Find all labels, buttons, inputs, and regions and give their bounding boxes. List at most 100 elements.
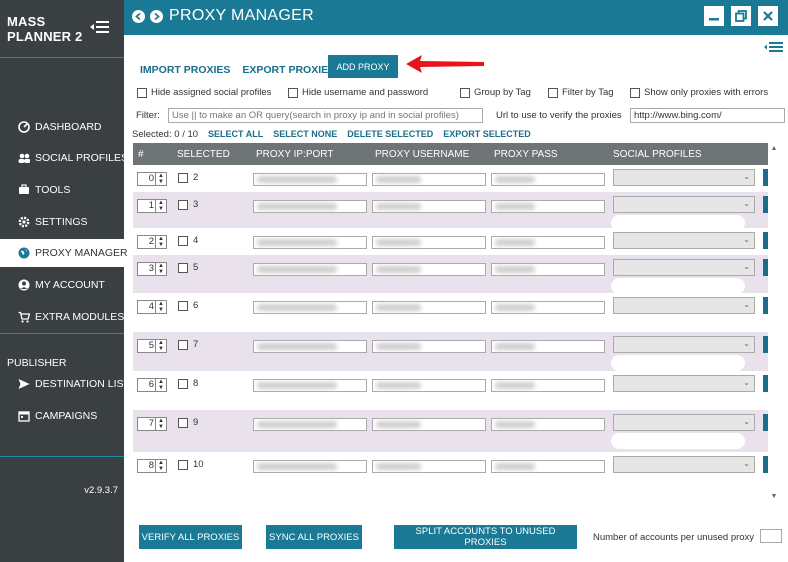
proxy-username-field[interactable]: [372, 200, 486, 213]
table-scrollbar[interactable]: ▲ ▼: [768, 143, 780, 505]
stepper-arrows-icon[interactable]: ▲ ▼: [155, 263, 166, 275]
proxy-pass-field[interactable]: [491, 340, 605, 353]
row-index-stepper[interactable]: 8 ▲ ▼: [137, 459, 167, 473]
row-select-checkbox[interactable]: [178, 236, 188, 246]
social-profiles-dropdown[interactable]: ⌄: [613, 169, 755, 186]
row-index-stepper[interactable]: 7 ▲ ▼: [137, 417, 167, 431]
proxy-ip-field[interactable]: [253, 460, 367, 473]
delete-selected-link[interactable]: DELETE SELECTED: [347, 129, 433, 140]
social-profiles-dropdown[interactable]: ⌄: [613, 375, 755, 392]
split-accounts-button[interactable]: SPLIT ACCOUNTS TO UNUSED PROXIES: [394, 525, 577, 549]
stepper-arrows-icon[interactable]: ▲ ▼: [155, 236, 166, 248]
proxy-ip-field[interactable]: [253, 340, 367, 353]
verify-url-input[interactable]: [630, 108, 785, 123]
row-select-checkbox[interactable]: [178, 379, 188, 389]
proxy-pass-field[interactable]: [491, 418, 605, 431]
proxy-ip-field[interactable]: [253, 379, 367, 392]
select-none-link[interactable]: SELECT NONE: [273, 129, 337, 140]
close-button[interactable]: [758, 6, 778, 26]
row-index-stepper[interactable]: 3 ▲ ▼: [137, 262, 167, 276]
import-proxies-link[interactable]: IMPORT PROXIES: [140, 64, 230, 76]
stepper-arrows-icon[interactable]: ▲ ▼: [155, 340, 166, 352]
row-select-checkbox[interactable]: [178, 173, 188, 183]
checkbox-box[interactable]: [630, 87, 640, 98]
select-all-link[interactable]: SELECT ALL: [208, 129, 263, 140]
social-profiles-dropdown[interactable]: ⌄: [613, 336, 755, 353]
export-selected-link[interactable]: EXPORT SELECTED: [443, 129, 531, 140]
sidebar-item-proxy-manager[interactable]: PROXY MANAGER: [0, 239, 128, 267]
sidebar-item-dashboard[interactable]: DASHBOARD: [0, 113, 124, 141]
proxy-username-field[interactable]: [372, 173, 486, 186]
forward-icon[interactable]: [150, 10, 163, 23]
row-select-checkbox[interactable]: [178, 340, 188, 350]
stepper-arrows-icon[interactable]: ▲ ▼: [155, 173, 166, 185]
filter-input[interactable]: [168, 108, 483, 123]
row-index-stepper[interactable]: 0 ▲ ▼: [137, 172, 167, 186]
filter-by-tag-checkbox[interactable]: Filter by Tag: [548, 87, 614, 98]
row-index-stepper[interactable]: 6 ▲ ▼: [137, 378, 167, 392]
sidebar-item-destination-lists[interactable]: DESTINATION LISTS: [0, 370, 137, 398]
proxy-pass-field[interactable]: [491, 301, 605, 314]
group-by-tag-checkbox[interactable]: Group by Tag: [460, 87, 531, 98]
social-profiles-dropdown[interactable]: ⌄: [613, 232, 755, 249]
sidebar-item-settings[interactable]: SETTINGS: [0, 208, 124, 236]
row-index-stepper[interactable]: 1 ▲ ▼: [137, 199, 167, 213]
sidebar-item-tools[interactable]: TOOLS: [0, 176, 124, 204]
stepper-arrows-icon[interactable]: ▲ ▼: [155, 200, 166, 212]
row-select-checkbox[interactable]: [178, 200, 188, 210]
proxy-ip-field[interactable]: [253, 263, 367, 276]
stepper-arrows-icon[interactable]: ▲ ▼: [155, 301, 166, 313]
row-index-stepper[interactable]: 4 ▲ ▼: [137, 300, 167, 314]
social-profiles-dropdown[interactable]: ⌄: [613, 414, 755, 431]
checkbox-box[interactable]: [137, 87, 147, 98]
row-select-checkbox[interactable]: [178, 263, 188, 273]
proxy-ip-field[interactable]: [253, 236, 367, 249]
stepper-arrows-icon[interactable]: ▲ ▼: [155, 379, 166, 391]
menu-toggle-icon[interactable]: [90, 20, 110, 34]
sidebar-item-my-account[interactable]: MY ACCOUNT: [0, 271, 124, 299]
proxy-ip-field[interactable]: [253, 173, 367, 186]
export-proxies-link[interactable]: EXPORT PROXIES: [242, 64, 335, 76]
row-select-checkbox[interactable]: [178, 301, 188, 311]
proxy-ip-field[interactable]: [253, 200, 367, 213]
proxy-username-field[interactable]: [372, 418, 486, 431]
social-profiles-dropdown[interactable]: ⌄: [613, 259, 755, 276]
checkbox-box[interactable]: [460, 87, 470, 98]
proxy-ip-field[interactable]: [253, 418, 367, 431]
proxy-pass-field[interactable]: [491, 460, 605, 473]
verify-all-proxies-button[interactable]: VERIFY ALL PROXIES: [139, 525, 242, 549]
proxy-username-field[interactable]: [372, 301, 486, 314]
stepper-arrows-icon[interactable]: ▲ ▼: [155, 460, 166, 472]
social-profiles-dropdown[interactable]: ⌄: [613, 456, 755, 473]
restore-button[interactable]: [731, 6, 751, 26]
stepper-arrows-icon[interactable]: ▲ ▼: [155, 418, 166, 430]
social-profiles-dropdown[interactable]: ⌄: [613, 297, 755, 314]
proxy-username-field[interactable]: [372, 340, 486, 353]
row-index-stepper[interactable]: 5 ▲ ▼: [137, 339, 167, 353]
menu-icon[interactable]: [764, 41, 784, 53]
social-profiles-dropdown[interactable]: ⌄: [613, 196, 755, 213]
sidebar-item-campaigns[interactable]: CAMPAIGNS: [0, 402, 124, 430]
proxy-username-field[interactable]: [372, 236, 486, 249]
scroll-down-icon[interactable]: ▼: [769, 493, 779, 503]
row-select-checkbox[interactable]: [178, 460, 188, 470]
row-select-checkbox[interactable]: [178, 418, 188, 428]
sidebar-item-social-profiles[interactable]: SOCIAL PROFILES: [0, 144, 128, 172]
minimize-button[interactable]: [704, 6, 724, 26]
hide-username-checkbox[interactable]: Hide username and password: [288, 87, 428, 98]
accounts-per-proxy-input[interactable]: [760, 529, 782, 543]
hide-assigned-checkbox[interactable]: Hide assigned social profiles: [137, 87, 271, 98]
checkbox-box[interactable]: [288, 87, 298, 98]
back-icon[interactable]: [132, 10, 145, 23]
proxy-pass-field[interactable]: [491, 379, 605, 392]
proxy-username-field[interactable]: [372, 460, 486, 473]
only-errors-checkbox[interactable]: Show only proxies with errors: [630, 87, 768, 98]
row-index-stepper[interactable]: 2 ▲ ▼: [137, 235, 167, 249]
add-proxy-button[interactable]: ADD PROXY: [328, 55, 398, 78]
proxy-ip-field[interactable]: [253, 301, 367, 314]
scroll-up-icon[interactable]: ▲: [769, 145, 779, 155]
sync-all-proxies-button[interactable]: SYNC ALL PROXIES: [266, 525, 362, 549]
proxy-pass-field[interactable]: [491, 263, 605, 276]
sidebar-item-extra-modules[interactable]: EXTRA MODULES: [0, 303, 124, 331]
proxy-pass-field[interactable]: [491, 173, 605, 186]
